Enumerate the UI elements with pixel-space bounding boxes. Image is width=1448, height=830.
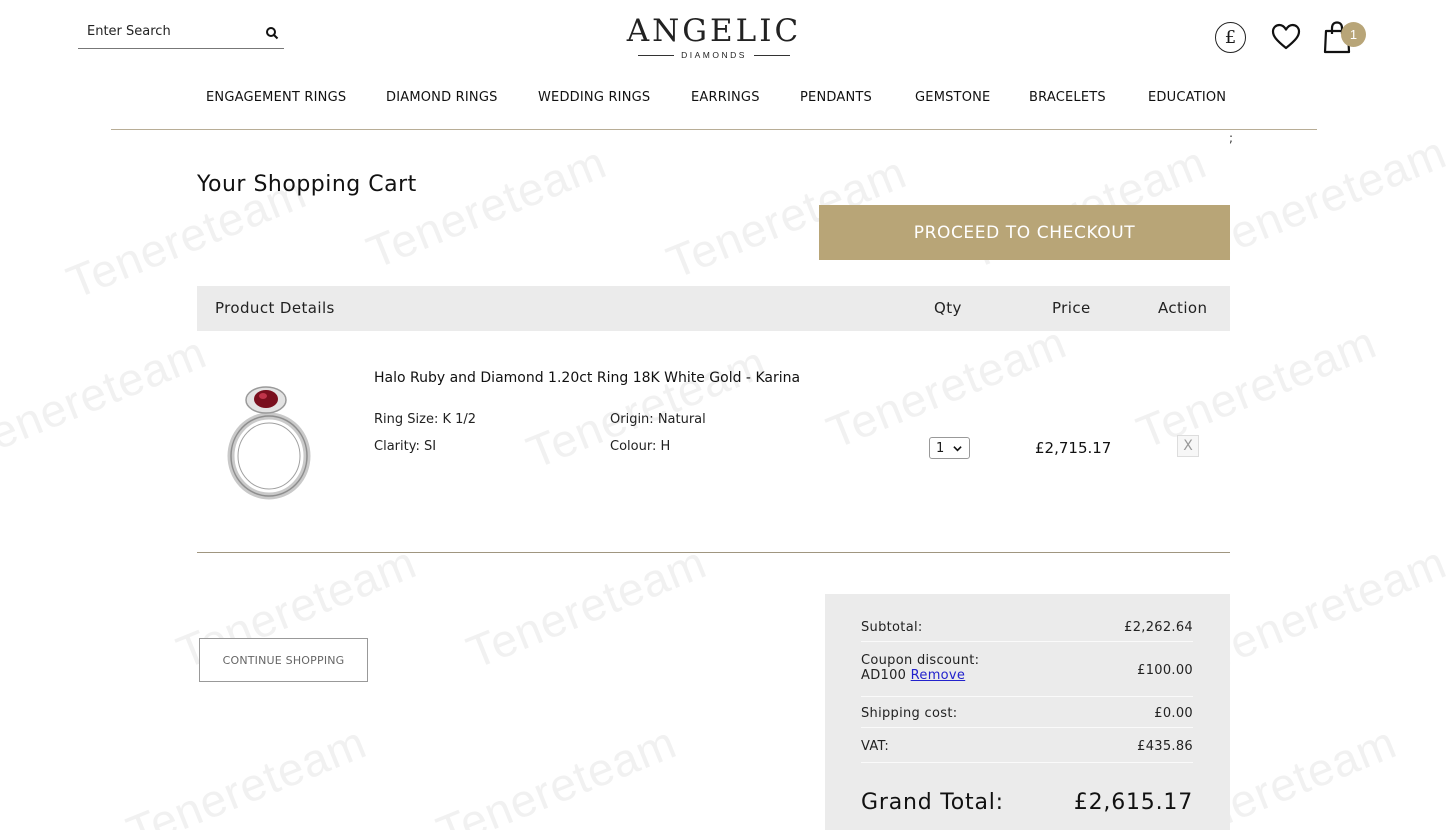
nav-divider bbox=[111, 129, 1317, 130]
shipping-value: £0.00 bbox=[1154, 706, 1193, 721]
origin-attr: Origin: Natural bbox=[610, 412, 706, 427]
coupon-label: Coupon discount: bbox=[861, 653, 980, 668]
grand-total-value: £2,615.17 bbox=[1073, 790, 1193, 815]
nav-education[interactable]: EDUCATION bbox=[1148, 90, 1226, 105]
brand-subtitle: DIAMONDS bbox=[681, 50, 747, 60]
search-bar bbox=[78, 20, 284, 49]
subtotal-label: Subtotal: bbox=[861, 620, 923, 635]
brand-name: ANGELIC bbox=[626, 13, 802, 49]
product-image[interactable] bbox=[214, 378, 324, 503]
nav-bracelets[interactable]: BRACELETS bbox=[1029, 90, 1106, 105]
nav-engagement-rings[interactable]: ENGAGEMENT RINGS bbox=[206, 90, 346, 105]
vat-row: VAT: £435.86 bbox=[861, 739, 1193, 763]
nav-pendants[interactable]: PENDANTS bbox=[800, 90, 872, 105]
product-name[interactable]: Halo Ruby and Diamond 1.20ct Ring 18K Wh… bbox=[374, 370, 800, 386]
coupon-value: £100.00 bbox=[1137, 663, 1193, 678]
cart-count-badge: 1 bbox=[1341, 22, 1366, 47]
cart-table-header: Product Details Qty Price Action bbox=[197, 286, 1230, 331]
clarity-value: SI bbox=[423, 439, 437, 454]
order-summary: Subtotal: £2,262.64 Coupon discount: AD1… bbox=[825, 594, 1230, 830]
shipping-label: Shipping cost: bbox=[861, 706, 958, 721]
grand-total-row: Grand Total: £2,615.17 bbox=[861, 790, 1193, 815]
column-action: Action bbox=[1158, 299, 1208, 317]
shipping-row: Shipping cost: £0.00 bbox=[861, 706, 1193, 728]
search-input[interactable] bbox=[87, 24, 257, 39]
column-price: Price bbox=[1052, 299, 1091, 317]
currency-selector[interactable]: £ bbox=[1215, 22, 1246, 53]
origin-value: Natural bbox=[657, 412, 706, 427]
colour-attr: Colour: H bbox=[610, 439, 671, 454]
nav-wedding-rings[interactable]: WEDDING RINGS bbox=[538, 90, 650, 105]
subtotal-row: Subtotal: £2,262.64 bbox=[861, 620, 1193, 642]
cart-row-divider bbox=[197, 552, 1230, 553]
vat-label: VAT: bbox=[861, 739, 890, 754]
vat-value: £435.86 bbox=[1137, 739, 1193, 754]
wishlist-heart-icon[interactable] bbox=[1270, 21, 1302, 53]
grand-total-label: Grand Total: bbox=[861, 790, 1004, 815]
pound-icon: £ bbox=[1224, 27, 1237, 48]
remove-item-button[interactable]: X bbox=[1177, 435, 1199, 457]
proceed-to-checkout-button[interactable]: PROCEED TO CHECKOUT bbox=[819, 205, 1230, 260]
nav-gemstone[interactable]: GEMSTONE bbox=[915, 90, 990, 105]
continue-shopping-button[interactable]: CONTINUE SHOPPING bbox=[199, 638, 368, 682]
coupon-code: AD100 bbox=[861, 668, 907, 683]
nav-earrings[interactable]: EARRINGS bbox=[691, 90, 760, 105]
brand-logo[interactable]: ANGELIC DIAMONDS bbox=[624, 14, 804, 60]
ring-size-attr: Ring Size: K 1/2 bbox=[374, 412, 477, 427]
nav-diamond-rings[interactable]: DIAMOND RINGS bbox=[386, 90, 498, 105]
column-qty: Qty bbox=[934, 299, 962, 317]
stray-text: ; bbox=[1229, 131, 1234, 145]
quantity-select[interactable]: 1 bbox=[929, 437, 970, 459]
column-product-details: Product Details bbox=[215, 299, 335, 317]
colour-value: H bbox=[660, 439, 671, 454]
main-nav: ENGAGEMENT RINGS DIAMOND RINGS WEDDING R… bbox=[0, 90, 1448, 114]
ring-size-value: K 1/2 bbox=[442, 412, 477, 427]
quantity-value: 1 bbox=[936, 440, 945, 456]
item-price: £2,715.17 bbox=[1035, 439, 1112, 457]
subtotal-value: £2,262.64 bbox=[1124, 620, 1193, 635]
search-icon[interactable] bbox=[265, 26, 279, 40]
page-title: Your Shopping Cart bbox=[197, 172, 417, 197]
remove-coupon-link[interactable]: Remove bbox=[911, 668, 966, 683]
clarity-attr: Clarity: SI bbox=[374, 439, 437, 454]
coupon-row: Coupon discount: AD100 Remove £100.00 bbox=[861, 653, 1193, 697]
chevron-down-icon bbox=[953, 445, 962, 451]
